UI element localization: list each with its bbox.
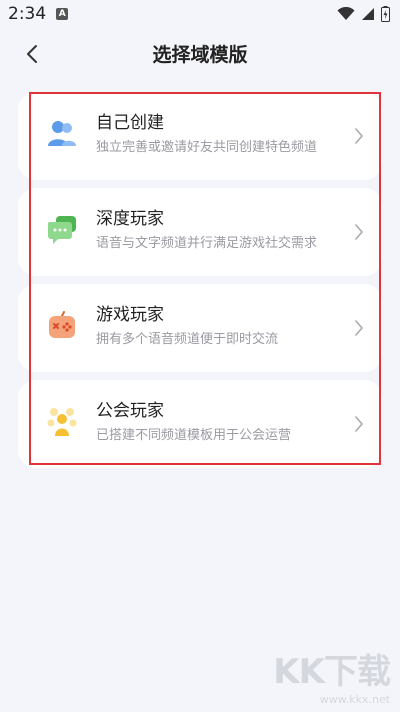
chevron-right-icon xyxy=(355,224,363,240)
watermark-url: www.kkx.net xyxy=(319,693,390,706)
status-bar: 2:34 A xyxy=(0,0,400,28)
guild-icon xyxy=(46,406,78,438)
template-desc: 已搭建不同频道模板用于公会运营 xyxy=(96,428,292,443)
game-controller-icon xyxy=(46,310,78,342)
notification-icon: A xyxy=(56,8,69,20)
chat-bubbles-icon xyxy=(46,214,78,246)
watermark: KK下载 www.kkx.net xyxy=(273,644,391,706)
chevron-right-icon xyxy=(355,320,363,336)
template-card-guild-player[interactable]: 公会玩家 已搭建不同频道模板用于公会运营 xyxy=(18,380,382,468)
chevron-right-icon xyxy=(355,416,363,432)
chevron-right-icon xyxy=(355,128,363,144)
template-list: 自己创建 独立完善或邀请好友共同创建特色频道 深度玩家 语音与文字频道并行满足游… xyxy=(18,92,382,476)
template-card-deep-player[interactable]: 深度玩家 语音与文字频道并行满足游戏社交需求 xyxy=(18,188,382,276)
page-title: 选择域模版 xyxy=(152,44,248,66)
template-card-self-create[interactable]: 自己创建 独立完善或邀请好友共同创建特色频道 xyxy=(18,92,382,180)
template-desc: 语音与文字频道并行满足游戏社交需求 xyxy=(96,236,318,251)
people-icon xyxy=(46,118,78,150)
template-desc: 拥有多个语音频道便于即时交流 xyxy=(96,332,279,347)
wifi-icon xyxy=(337,7,355,20)
template-title: 深度玩家 xyxy=(96,209,164,229)
template-title: 游戏玩家 xyxy=(96,305,164,325)
watermark-logo: KK下载 xyxy=(273,652,391,692)
signal-icon xyxy=(362,8,374,20)
template-card-game-player[interactable]: 游戏玩家 拥有多个语音频道便于即时交流 xyxy=(18,284,382,372)
template-title: 自己创建 xyxy=(96,113,164,133)
template-desc: 独立完善或邀请好友共同创建特色频道 xyxy=(96,140,318,155)
status-time: 2:34 xyxy=(8,4,47,24)
battery-icon xyxy=(381,6,390,22)
template-title: 公会玩家 xyxy=(96,401,164,421)
header: 选择域模版 xyxy=(0,28,400,80)
